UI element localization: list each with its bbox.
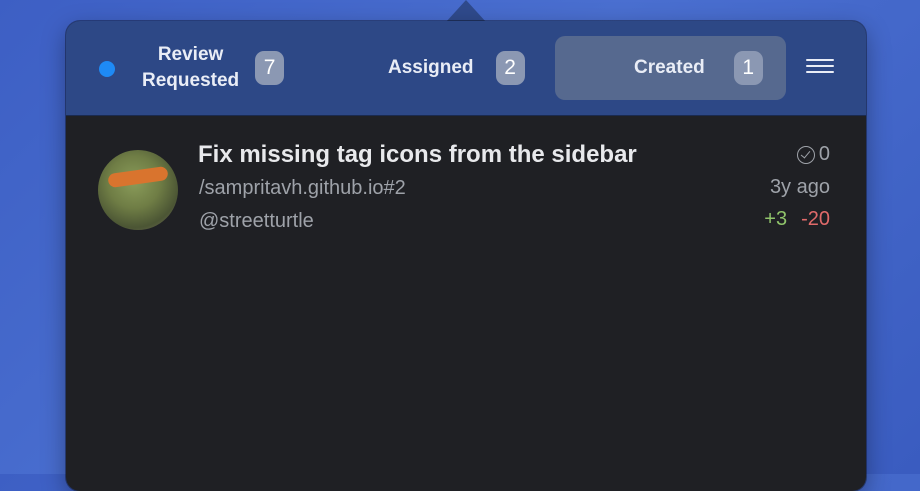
tab-assigned[interactable]: Assigned 2 [388, 36, 525, 100]
check-circle-icon [796, 145, 815, 164]
unread-dot-icon [99, 61, 115, 77]
pr-repo: /sampritavh.github.io#2 [199, 177, 406, 199]
checks-count: 0 [818, 143, 830, 165]
tab-created-label: Created [634, 57, 705, 78]
pr-title: Fix missing tag icons from the sidebar [198, 141, 637, 168]
tab-created[interactable]: Created 1 [555, 36, 786, 100]
pr-age: 3y ago [769, 176, 830, 198]
checks-status: 0 [796, 143, 830, 166]
deletions-count: -20 [801, 208, 830, 230]
additions-count: +3 [764, 208, 788, 230]
popover-caret [446, 0, 486, 22]
tab-review-requested[interactable]: Review Requested 7 [142, 36, 285, 100]
tab-created-count: 1 [733, 51, 763, 85]
tab-review-requested-label: Review Requested [142, 42, 239, 94]
avatar [98, 150, 178, 230]
pull-requests-popover: Review Requested 7 Assigned 2 Created 1 … [66, 21, 866, 491]
tab-label-line1: Review [157, 44, 224, 65]
tab-review-requested-count: 7 [255, 51, 285, 85]
menu-icon[interactable] [806, 59, 834, 77]
pull-request-row[interactable]: Fix missing tag icons from the sidebar /… [66, 129, 866, 239]
tab-bar: Review Requested 7 Assigned 2 Created 1 [66, 21, 866, 116]
pr-author: @streetturtle [199, 210, 314, 232]
tab-assigned-count: 2 [495, 51, 525, 85]
tab-label-line2: Requested [142, 70, 240, 91]
tab-assigned-label: Assigned [388, 57, 474, 78]
diff-stats: +3 -20 [764, 208, 830, 231]
